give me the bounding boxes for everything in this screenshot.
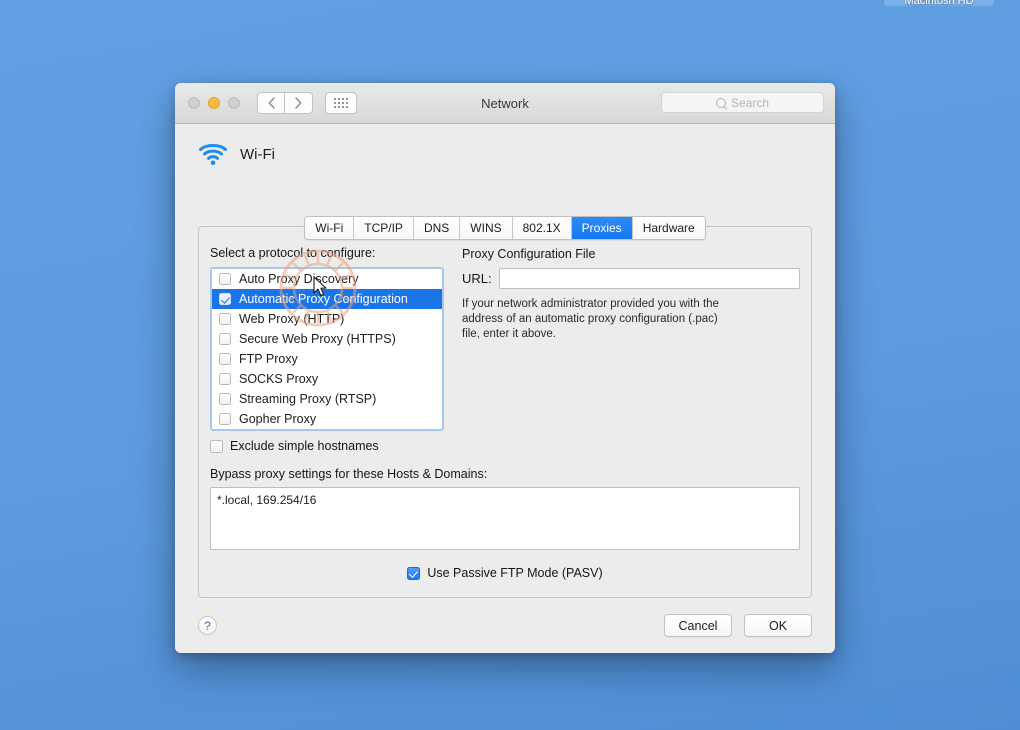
close-button[interactable]: [188, 97, 200, 109]
checkbox-streaming-proxy-rtsp[interactable]: [219, 393, 231, 405]
checkbox-ftp-proxy[interactable]: [219, 353, 231, 365]
exclude-simple-hostnames-label: Exclude simple hostnames: [230, 439, 379, 453]
footer-button-group: Cancel OK: [664, 614, 812, 637]
protocol-row-web-proxy-http[interactable]: Web Proxy (HTTP): [212, 309, 442, 329]
proxy-config-file-column: Proxy Configuration File URL: If your ne…: [462, 246, 800, 453]
chevron-right-icon: [295, 97, 302, 109]
protocol-column: Select a protocol to configure: Auto Pro…: [210, 246, 444, 453]
window-body: Wi-Fi Wi-Fi TCP/IP DNS WINS 802.1X Proxi…: [175, 124, 835, 653]
tab-wins[interactable]: WINS: [460, 217, 513, 239]
show-all-button[interactable]: [325, 92, 357, 114]
show-all-grid-icon: [334, 98, 348, 108]
protocol-label: SOCKS Proxy: [239, 372, 319, 386]
protocol-label: Secure Web Proxy (HTTPS): [239, 332, 396, 346]
search-icon: [715, 97, 726, 108]
window-footer: ? Cancel OK: [175, 598, 835, 653]
tab-group: Wi-Fi TCP/IP DNS WINS 802.1X Proxies Har…: [304, 216, 706, 240]
navigation-button-group: [257, 92, 313, 114]
desktop-icon-label: Macintosh HD: [884, 0, 994, 6]
network-preferences-window: Network Search Wi-Fi Wi-Fi TCP/IP DNS WI…: [175, 83, 835, 653]
minimize-button[interactable]: [208, 97, 220, 109]
protocol-list-label: Select a protocol to configure:: [210, 246, 376, 260]
checkbox-use-passive-ftp[interactable]: [407, 566, 421, 580]
ok-button[interactable]: OK: [744, 614, 812, 637]
checkbox-web-proxy-http[interactable]: [219, 313, 231, 325]
passive-ftp-label: Use Passive FTP Mode (PASV): [427, 566, 603, 580]
service-header: Wi-Fi: [175, 124, 835, 166]
protocol-list[interactable]: Auto Proxy Discovery Automatic Proxy Con…: [210, 267, 444, 431]
passive-ftp-row[interactable]: Use Passive FTP Mode (PASV): [210, 566, 800, 580]
protocol-row-automatic-proxy-configuration[interactable]: Automatic Proxy Configuration: [212, 289, 442, 309]
tab-wifi[interactable]: Wi-Fi: [305, 217, 355, 239]
forward-button[interactable]: [285, 92, 313, 114]
service-name: Wi-Fi: [240, 145, 275, 163]
protocol-row-gopher-proxy[interactable]: Gopher Proxy: [212, 409, 442, 429]
tab-bar: Wi-Fi TCP/IP DNS WINS 802.1X Proxies Har…: [175, 216, 835, 240]
url-label: URL:: [462, 271, 492, 286]
window-titlebar: Network Search: [175, 83, 835, 124]
protocol-row-socks-proxy[interactable]: SOCKS Proxy: [212, 369, 442, 389]
protocol-label: Streaming Proxy (RTSP): [239, 392, 377, 406]
search-input[interactable]: Search: [661, 92, 824, 113]
checkbox-socks-proxy[interactable]: [219, 373, 231, 385]
proxy-config-help-text: If your network administrator provided y…: [462, 298, 719, 340]
checkbox-auto-proxy-discovery[interactable]: [219, 273, 231, 285]
tab-8021x[interactable]: 802.1X: [512, 217, 572, 239]
tab-proxies[interactable]: Proxies: [571, 217, 633, 239]
checkbox-secure-web-proxy-https[interactable]: [219, 333, 231, 345]
protocol-label: Web Proxy (HTTP): [239, 312, 345, 326]
url-input[interactable]: [498, 268, 800, 289]
protocol-row-streaming-proxy-rtsp[interactable]: Streaming Proxy (RTSP): [212, 389, 442, 409]
tab-hardware[interactable]: Hardware: [632, 217, 705, 239]
search-placeholder: Search: [730, 95, 770, 110]
protocol-label: Gopher Proxy: [239, 412, 317, 426]
wifi-icon: [198, 142, 228, 166]
protocol-label: Auto Proxy Discovery: [239, 272, 359, 286]
url-row: URL:: [462, 268, 800, 289]
proxies-panel: Select a protocol to configure: Auto Pro…: [198, 226, 812, 598]
back-button[interactable]: [257, 92, 285, 114]
chevron-left-icon: [268, 97, 275, 109]
proxy-config-file-title: Proxy Configuration File: [462, 247, 596, 261]
protocol-row-secure-web-proxy-https[interactable]: Secure Web Proxy (HTTPS): [212, 329, 442, 349]
cancel-button[interactable]: Cancel: [664, 614, 732, 637]
traffic-light-group: [188, 97, 240, 109]
checkbox-gopher-proxy[interactable]: [219, 413, 231, 425]
checkbox-automatic-proxy-configuration[interactable]: [219, 293, 231, 305]
bypass-label: Bypass proxy settings for these Hosts & …: [210, 467, 488, 481]
maximize-button[interactable]: [228, 97, 240, 109]
protocol-row-ftp-proxy[interactable]: FTP Proxy: [212, 349, 442, 369]
protocol-label: FTP Proxy: [239, 352, 298, 366]
bypass-textarea[interactable]: *.local, 169.254/16: [210, 487, 800, 550]
tab-dns[interactable]: DNS: [413, 217, 461, 239]
checkbox-exclude-simple-hostnames[interactable]: [210, 439, 223, 453]
protocol-row-auto-proxy-discovery[interactable]: Auto Proxy Discovery: [212, 269, 442, 289]
exclude-simple-hostnames-row[interactable]: Exclude simple hostnames: [210, 439, 444, 453]
help-button[interactable]: ?: [198, 616, 217, 635]
tab-tcpip[interactable]: TCP/IP: [354, 217, 414, 239]
protocol-label: Automatic Proxy Configuration: [239, 292, 408, 306]
